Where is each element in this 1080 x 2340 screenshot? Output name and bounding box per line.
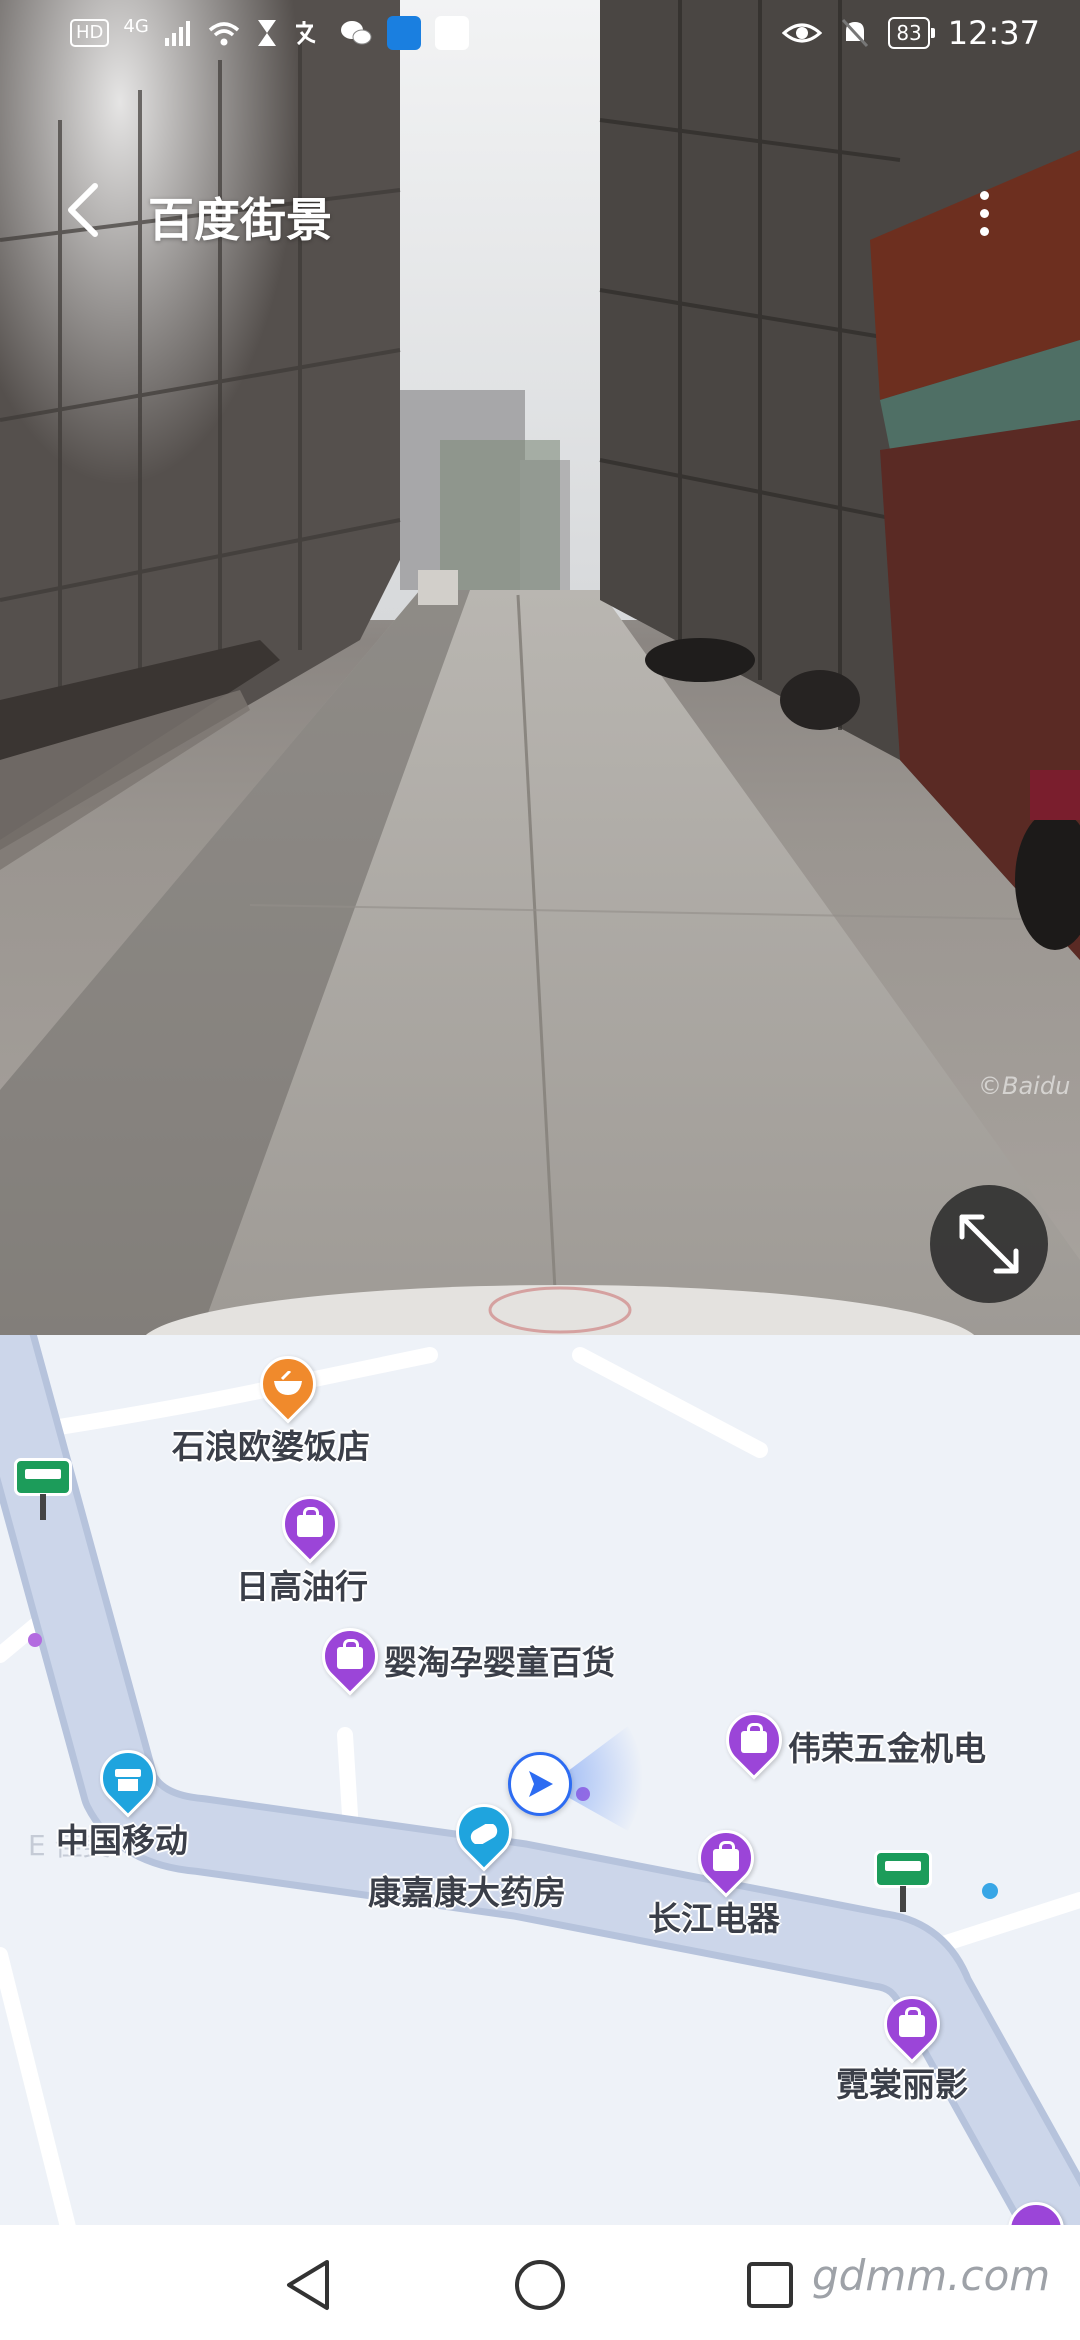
hd-badge: HD bbox=[70, 19, 110, 47]
nav-recents-button[interactable] bbox=[740, 2255, 800, 2315]
poi-label: 婴淘孕婴童百货 bbox=[384, 1643, 615, 1682]
shopping-bag-icon bbox=[322, 1630, 378, 1686]
translate-icon bbox=[295, 21, 316, 46]
poi-label: 伟荣五金机电 bbox=[788, 1729, 986, 1768]
signal-icon bbox=[164, 21, 190, 46]
more-dot-icon bbox=[979, 226, 989, 236]
circle-home-icon bbox=[515, 2260, 565, 2310]
network-type-label: 4G bbox=[123, 16, 149, 37]
current-location-marker[interactable] bbox=[508, 1752, 572, 1816]
status-bar: HD 4G 83 12:37 bbox=[0, 0, 1080, 72]
expand-arrows-icon bbox=[959, 1214, 1019, 1274]
triangle-back-icon bbox=[287, 2260, 329, 2310]
poi-label: 康嘉康大药房 bbox=[368, 1873, 566, 1912]
map-dot bbox=[28, 1633, 42, 1647]
bowl-icon bbox=[260, 1356, 316, 1412]
pill-icon bbox=[456, 1806, 512, 1862]
status-left-icons: HD 4G bbox=[70, 16, 469, 50]
page-title: 百度街景 bbox=[148, 193, 332, 247]
chevron-left-icon bbox=[68, 183, 98, 237]
expand-fullscreen-button[interactable] bbox=[930, 1185, 1048, 1303]
wechat-icon bbox=[340, 21, 372, 45]
shopping-bag-icon bbox=[282, 1498, 338, 1554]
direction-arrow-icon bbox=[529, 1771, 553, 1797]
bus-stop-icon[interactable] bbox=[14, 1458, 72, 1520]
poi-label: 中国移动 bbox=[56, 1821, 188, 1860]
more-dot-icon bbox=[979, 190, 989, 200]
app-notification-icon bbox=[386, 16, 421, 50]
mute-bell-icon bbox=[842, 18, 869, 48]
site-watermark: gdmm.com bbox=[812, 2251, 1051, 2300]
street-view-panorama[interactable]: HD 4G 83 12:37 百度街景 ©Baidu bbox=[0, 0, 1080, 1335]
poi-label: 日高油行 bbox=[236, 1567, 368, 1606]
back-button[interactable] bbox=[48, 170, 118, 250]
wifi-icon bbox=[208, 22, 239, 46]
maps-app-icon bbox=[434, 16, 469, 50]
more-options-button[interactable] bbox=[964, 178, 1004, 248]
shopping-bag-icon bbox=[726, 1714, 782, 1770]
poi-label: 霓裳丽影 bbox=[836, 2065, 968, 2104]
status-time: 12:37 bbox=[947, 14, 1040, 52]
bus-stop-icon[interactable] bbox=[874, 1850, 932, 1912]
eye-comfort-icon bbox=[782, 23, 823, 43]
baidu-watermark: ©Baidu bbox=[978, 1072, 1071, 1100]
poi-label: 长江电器 bbox=[648, 1899, 780, 1938]
square-recents-icon bbox=[747, 2262, 793, 2308]
system-nav-bar: gdmm.com bbox=[0, 2225, 1080, 2340]
battery-level: 83 bbox=[888, 17, 936, 49]
store-icon bbox=[100, 1752, 156, 1808]
status-right-icons: 83 12:37 bbox=[782, 14, 1040, 52]
nav-back-button[interactable] bbox=[278, 2255, 338, 2315]
map-dot bbox=[982, 1883, 998, 1899]
more-dot-icon bbox=[979, 208, 989, 218]
shopping-bag-icon bbox=[884, 1998, 940, 2054]
shopping-bag-icon bbox=[698, 1832, 754, 1888]
poi-label: 石浪欧婆饭店 bbox=[172, 1427, 370, 1466]
hourglass-icon bbox=[257, 20, 276, 46]
nav-home-button[interactable] bbox=[510, 2255, 570, 2315]
